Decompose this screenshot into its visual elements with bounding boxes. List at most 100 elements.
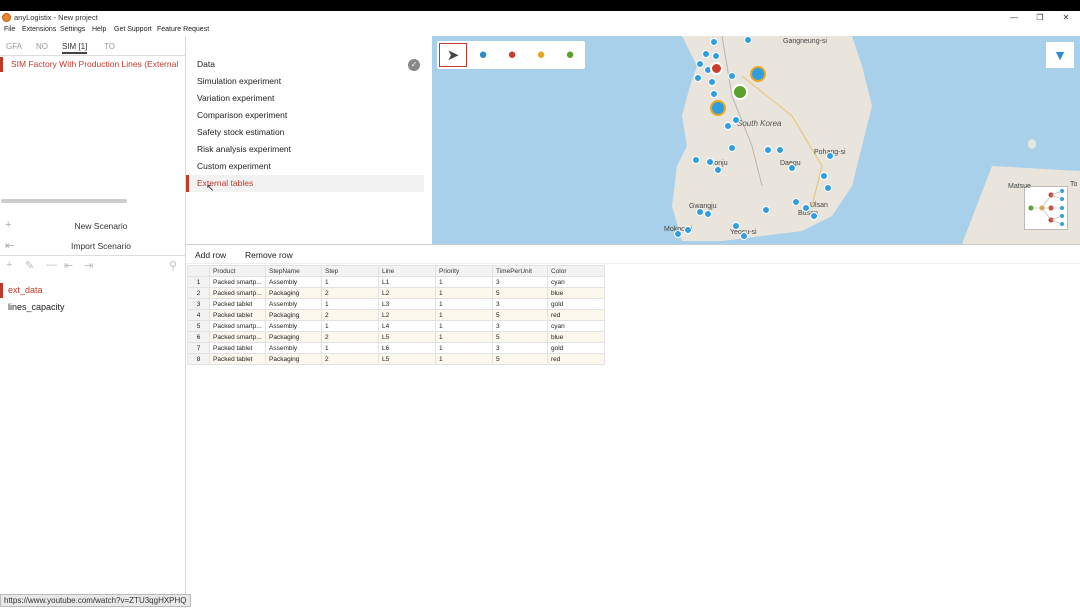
table-cell[interactable]: Packaging bbox=[265, 331, 322, 343]
table-cell[interactable]: L6 bbox=[378, 342, 436, 354]
import-table-icon[interactable]: ⇤ bbox=[64, 259, 73, 272]
table-cell[interactable]: L2 bbox=[378, 287, 436, 299]
table-cell[interactable]: Packed smartp... bbox=[209, 320, 266, 332]
table-cell[interactable]: 1 bbox=[435, 287, 493, 299]
table-cell[interactable]: cyan bbox=[547, 320, 605, 332]
table-row[interactable]: 2 Packed smartp... Packaging 2 L2 1 5 blue bbox=[187, 287, 605, 299]
experiment-custom[interactable]: Custom experiment bbox=[186, 158, 424, 175]
table-cell[interactable]: L1 bbox=[378, 276, 436, 288]
table-cell[interactable]: Assembly bbox=[265, 276, 322, 288]
column-header[interactable]: Priority bbox=[435, 265, 493, 277]
table-cell[interactable]: gold bbox=[547, 298, 605, 310]
table-row[interactable]: 3 Packed tablet Assembly 1 L3 1 3 gold bbox=[187, 298, 605, 310]
experiment-simulation[interactable]: Simulation experiment bbox=[186, 73, 424, 90]
table-cell[interactable]: 3 bbox=[492, 298, 548, 310]
customer-pin-icon[interactable] bbox=[692, 156, 700, 164]
customer-pin-icon[interactable] bbox=[792, 198, 800, 206]
table-cell[interactable]: Packed tablet bbox=[209, 309, 266, 321]
table-cell[interactable]: Assembly bbox=[265, 342, 322, 354]
table-cell[interactable]: 1 bbox=[321, 298, 379, 310]
horizontal-scrollbar[interactable] bbox=[1, 199, 127, 203]
table-row[interactable]: 7 Packed tablet Assembly 1 L6 1 3 gold bbox=[187, 342, 605, 354]
table-cell[interactable]: 1 bbox=[435, 320, 493, 332]
table-cell[interactable]: Assembly bbox=[265, 298, 322, 310]
customer-pin-icon[interactable] bbox=[714, 166, 722, 174]
remove-row-button[interactable]: Remove row bbox=[245, 250, 293, 260]
search-icon[interactable]: ⚲ bbox=[169, 259, 177, 272]
customer-pin-icon[interactable] bbox=[732, 116, 740, 124]
export-table-icon[interactable]: ⇥ bbox=[84, 259, 93, 272]
experiment-external-tables[interactable]: External tables bbox=[186, 175, 424, 192]
table-cell[interactable]: Packed smartp... bbox=[209, 287, 266, 299]
table-cell[interactable]: 1 bbox=[435, 342, 493, 354]
dc-pin-icon[interactable] bbox=[710, 62, 723, 75]
table-cell[interactable]: Packaging bbox=[265, 309, 322, 321]
edit-icon[interactable]: ✎ bbox=[25, 259, 34, 272]
table-item-lines-capacity[interactable]: lines_capacity bbox=[0, 300, 186, 315]
experiment-variation[interactable]: Variation experiment bbox=[186, 90, 424, 107]
add-dc-icon[interactable]: ● bbox=[498, 43, 526, 67]
table-cell[interactable]: red bbox=[547, 353, 605, 365]
table-cell[interactable]: 1 bbox=[435, 353, 493, 365]
table-cell[interactable]: Packed tablet bbox=[209, 298, 266, 310]
table-cell[interactable]: 3 bbox=[492, 342, 548, 354]
table-cell[interactable]: L5 bbox=[378, 331, 436, 343]
scenario-item[interactable]: SIM Factory With Production Lines (Exter… bbox=[0, 57, 186, 72]
table-cell[interactable]: 1 bbox=[321, 320, 379, 332]
table-cell[interactable]: 1 bbox=[435, 276, 493, 288]
factory-pin-icon[interactable] bbox=[710, 100, 726, 116]
column-header[interactable]: Line bbox=[378, 265, 436, 277]
experiment-data[interactable]: Data ✓ bbox=[186, 56, 424, 73]
table-cell[interactable]: 1 bbox=[435, 309, 493, 321]
experiment-safety-stock[interactable]: Safety stock estimation bbox=[186, 124, 424, 141]
column-header[interactable]: StepName bbox=[265, 265, 322, 277]
factory-pin-icon[interactable] bbox=[750, 66, 766, 82]
menu-file[interactable]: File bbox=[4, 26, 15, 33]
filter-icon[interactable]: ▼ bbox=[1046, 42, 1074, 68]
new-scenario-button[interactable]: + New Scenario bbox=[0, 217, 186, 235]
table-cell[interactable]: red bbox=[547, 309, 605, 321]
table-row[interactable]: 4 Packed tablet Packaging 2 L2 1 5 red bbox=[187, 309, 605, 321]
column-header[interactable]: Step bbox=[321, 265, 379, 277]
table-cell[interactable]: 3 bbox=[492, 276, 548, 288]
table-cell[interactable]: gold bbox=[547, 342, 605, 354]
customer-pin-icon[interactable] bbox=[708, 78, 716, 86]
customer-pin-icon[interactable] bbox=[802, 204, 810, 212]
customer-pin-icon[interactable] bbox=[826, 152, 834, 160]
table-cell[interactable]: 5 bbox=[492, 287, 548, 299]
column-header[interactable]: Product bbox=[209, 265, 266, 277]
restore-icon[interactable]: ❐ bbox=[1030, 12, 1050, 23]
customer-pin-icon[interactable] bbox=[710, 38, 718, 46]
table-cell[interactable]: Packed smartp... bbox=[209, 331, 266, 343]
table-cell[interactable]: 5 bbox=[492, 309, 548, 321]
table-cell[interactable]: L3 bbox=[378, 298, 436, 310]
customer-pin-icon[interactable] bbox=[810, 212, 818, 220]
supplier-pin-icon[interactable] bbox=[732, 84, 748, 100]
table-cell[interactable]: 5 bbox=[492, 353, 548, 365]
menu-help[interactable]: Help bbox=[92, 26, 106, 33]
customer-pin-icon[interactable] bbox=[694, 74, 702, 82]
table-cell[interactable]: Packed tablet bbox=[209, 342, 266, 354]
tab-no[interactable]: NO bbox=[36, 42, 48, 51]
table-row[interactable]: 6 Packed smartp... Packaging 2 L5 1 5 blue bbox=[187, 331, 605, 343]
customer-pin-icon[interactable] bbox=[706, 158, 714, 166]
minimize-icon[interactable]: — bbox=[1004, 12, 1024, 23]
table-row[interactable]: 5 Packed smartp... Assembly 1 L4 1 3 cyan bbox=[187, 320, 605, 332]
table-cell[interactable]: Packed smartp... bbox=[209, 276, 266, 288]
customer-pin-icon[interactable] bbox=[776, 146, 784, 154]
remove-icon[interactable]: — bbox=[46, 259, 57, 271]
add-customer-icon[interactable]: ● bbox=[469, 43, 497, 67]
table-row[interactable]: 1 Packed smartp... Assembly 1 L1 1 3 cyan bbox=[187, 276, 605, 288]
table-row[interactable]: 8 Packed tablet Packaging 2 L5 1 5 red bbox=[187, 353, 605, 365]
close-icon[interactable]: ✕ bbox=[1056, 12, 1076, 23]
customer-pin-icon[interactable] bbox=[712, 52, 720, 60]
table-cell[interactable]: blue bbox=[547, 287, 605, 299]
customer-pin-icon[interactable] bbox=[696, 60, 704, 68]
select-arrow-icon[interactable]: ➤ bbox=[439, 43, 467, 67]
table-cell[interactable]: 2 bbox=[321, 353, 379, 365]
column-header[interactable]: Color bbox=[547, 265, 605, 277]
menu-extensions[interactable]: Extensions bbox=[22, 26, 56, 33]
add-table-icon[interactable]: + bbox=[6, 259, 12, 271]
column-header[interactable]: TimePerUnit bbox=[492, 265, 548, 277]
customer-pin-icon[interactable] bbox=[764, 146, 772, 154]
